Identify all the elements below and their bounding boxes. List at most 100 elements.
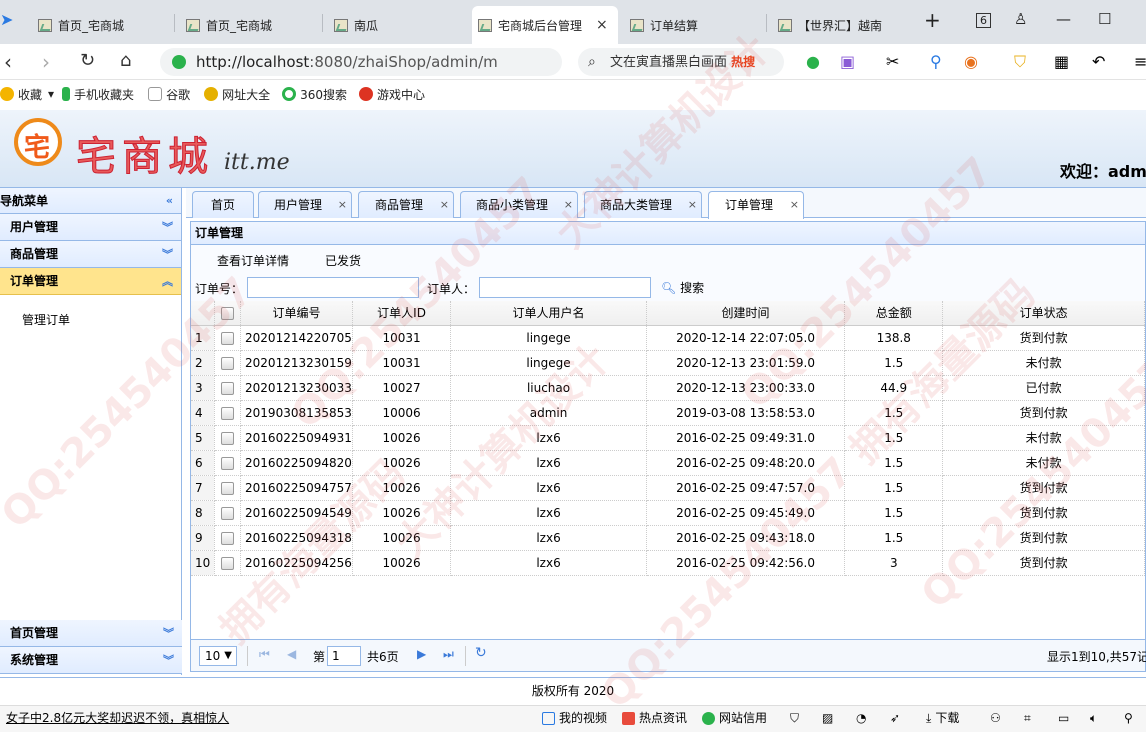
game-icon[interactable]: ◉ <box>964 52 978 71</box>
search-button[interactable]: 🔍︎ 搜索 <box>661 279 704 296</box>
browser-tab[interactable]: 首页_宅商城 <box>180 6 320 44</box>
window-icon[interactable]: ▭ <box>1058 706 1069 731</box>
sidebar-group-orders[interactable]: 订单管理 ︽ <box>0 268 181 295</box>
close-tab-icon[interactable]: × <box>596 17 608 33</box>
checkbox[interactable] <box>221 506 235 520</box>
column-header[interactable]: 订单人用户名 <box>450 301 647 326</box>
bookmark-item[interactable]: 收藏 ▾ <box>0 86 54 103</box>
table-row[interactable]: 4 20190308135853 10006 admin 2019-03-08 13:5… <box>191 400 1145 426</box>
close-icon[interactable]: × <box>790 192 799 218</box>
column-header[interactable]: 订单编号 <box>240 301 353 326</box>
browser-search-field[interactable]: ⌕ 文在寅直播黑白画面 热搜 <box>578 48 784 76</box>
row-checkbox[interactable] <box>214 525 242 551</box>
table-row[interactable]: 3 20201213230033 10027 liuchao 2020-12-13 23… <box>191 375 1145 401</box>
checkbox[interactable] <box>221 556 235 570</box>
row-checkbox[interactable] <box>214 550 242 576</box>
bookmark-item[interactable]: 网址大全 <box>204 86 270 103</box>
volume-icon[interactable]: 🔈︎ <box>1090 706 1097 731</box>
minimize-icon[interactable]: — <box>1056 10 1071 28</box>
close-icon[interactable]: × <box>688 192 697 218</box>
table-row[interactable]: 9 20160225094318 10026 lzx6 2016-02-25 09:43… <box>191 525 1145 551</box>
home-icon[interactable]: ⌂ <box>120 50 131 71</box>
table-row[interactable]: 6 20160225094820 10026 lzx6 2016-02-25 09:48… <box>191 450 1145 476</box>
tab-home[interactable]: 首页 <box>192 191 254 218</box>
row-checkbox[interactable] <box>214 400 242 426</box>
select-all-checkbox[interactable] <box>214 301 242 326</box>
table-row[interactable]: 8 20160225094549 10026 lzx6 2016-02-25 09:45… <box>191 500 1145 526</box>
forward-icon[interactable]: › <box>42 50 50 74</box>
sidebar-group-home[interactable]: 首页管理 ︾ <box>0 620 182 647</box>
view-order-detail-button[interactable]: 查看订单详情 <box>217 252 289 269</box>
speed-icon[interactable]: ◔ <box>856 706 866 731</box>
column-header[interactable]: 订单状态 <box>942 301 1145 326</box>
rocket-icon[interactable]: ➶ <box>890 706 900 731</box>
row-checkbox[interactable] <box>214 350 242 376</box>
url-field[interactable]: http://localhost:8080/zhaiShop/admin/m <box>160 48 562 76</box>
first-page-icon[interactable]: ⏮ <box>259 647 270 662</box>
checkbox[interactable] <box>221 356 235 370</box>
page-size-select[interactable]: 10 ▼ <box>199 646 237 666</box>
tab-product-subcategory[interactable]: 商品小类管理 × <box>460 191 578 218</box>
back-icon[interactable]: ‹ <box>4 50 12 74</box>
column-header[interactable]: 订单人ID <box>352 301 452 326</box>
menu-icon[interactable]: ≡ <box>1134 52 1146 71</box>
collapse-sidebar-icon[interactable]: « <box>166 188 173 214</box>
checkbox[interactable] <box>221 331 235 345</box>
checkbox[interactable] <box>221 531 235 545</box>
orderer-input[interactable] <box>479 277 651 298</box>
page-number-input[interactable]: 1 <box>327 646 361 666</box>
reload-icon[interactable]: ↻ <box>80 50 95 71</box>
bookmark-item[interactable]: 360搜索 <box>282 86 347 103</box>
sidebar-group-system[interactable]: 系统管理 ︾ <box>0 647 182 674</box>
zoom-icon[interactable]: ⚲ <box>1124 706 1133 731</box>
column-header[interactable]: 总金额 <box>844 301 944 326</box>
tab-products[interactable]: 商品管理 × <box>358 191 454 218</box>
table-row[interactable]: 2 20201213230159 10031 lingege 2020-12-13 23… <box>191 350 1145 376</box>
magnifier-icon[interactable]: ⚲ <box>930 52 942 71</box>
table-row[interactable]: 7 20160225094757 10026 lzx6 2016-02-25 09:47… <box>191 475 1145 501</box>
next-page-icon[interactable]: ▶ <box>417 647 426 661</box>
table-row[interactable]: 1 20201214220705 10031 lingege 2020-12-14 22… <box>191 325 1145 351</box>
checkbox[interactable] <box>221 431 235 445</box>
scissors-icon[interactable]: ✂ <box>886 52 899 71</box>
undo-icon[interactable]: ↶ <box>1092 52 1105 71</box>
news-ticker-link[interactable]: 女子中2.8亿元大奖却迟迟不领，真相惊人 <box>6 706 229 731</box>
new-tab-icon[interactable]: + <box>924 8 941 32</box>
my-videos-button[interactable]: 我的视频 <box>542 706 607 731</box>
checkbox[interactable] <box>221 481 235 495</box>
browser-tab[interactable]: 南瓜 <box>328 6 468 44</box>
table-row[interactable]: 10 20160225094256 10026 lzx6 2016-02-25 09:4… <box>191 550 1145 576</box>
site-credit-button[interactable]: 网站信用 <box>702 706 767 731</box>
download-button[interactable]: ⤓ 下载 <box>926 706 959 731</box>
mark-shipped-button[interactable]: 已发货 <box>325 252 361 269</box>
row-checkbox[interactable] <box>214 500 242 526</box>
row-checkbox[interactable] <box>214 325 242 351</box>
bookmark-item[interactable]: 谷歌 <box>148 86 190 103</box>
close-icon[interactable]: × <box>338 192 347 218</box>
row-checkbox[interactable] <box>214 475 242 501</box>
shield-icon[interactable]: ⛉ <box>1014 52 1026 72</box>
browser-tab[interactable]: 首页_宅商城 <box>32 6 172 44</box>
translate-icon[interactable]: ▣ <box>840 52 855 71</box>
checkbox[interactable] <box>221 456 235 470</box>
image-icon[interactable]: ▨ <box>822 706 833 731</box>
sidebar-group-products[interactable]: 商品管理 ︾ <box>0 241 181 268</box>
checkbox[interactable] <box>221 381 235 395</box>
last-page-icon[interactable]: ⏭ <box>443 647 454 662</box>
bookmark-item[interactable]: 游戏中心 <box>359 86 425 103</box>
order-no-input[interactable] <box>247 277 419 298</box>
tab-users[interactable]: 用户管理 × <box>258 191 352 218</box>
sidebar-group-users[interactable]: 用户管理 ︾ <box>0 214 181 241</box>
tab-orders[interactable]: 订单管理 × <box>708 191 804 219</box>
screenshot-icon[interactable]: ⌗ <box>1024 706 1031 731</box>
mute-icon[interactable]: ⚇ <box>990 706 1001 731</box>
shirt-icon[interactable]: ♙ <box>1014 10 1027 28</box>
column-header[interactable]: 创建时间 <box>646 301 846 326</box>
close-icon[interactable]: × <box>564 192 573 218</box>
row-checkbox[interactable] <box>214 425 242 451</box>
previous-page-icon[interactable]: ◀ <box>287 647 296 661</box>
tab-product-category[interactable]: 商品大类管理 × <box>584 191 702 218</box>
table-row[interactable]: 5 20160225094931 10026 lzx6 2016-02-25 09:49… <box>191 425 1145 451</box>
sidebar-item-manage-orders[interactable]: 管理订单 <box>22 311 181 328</box>
maximize-icon[interactable]: ☐ <box>1098 10 1111 28</box>
